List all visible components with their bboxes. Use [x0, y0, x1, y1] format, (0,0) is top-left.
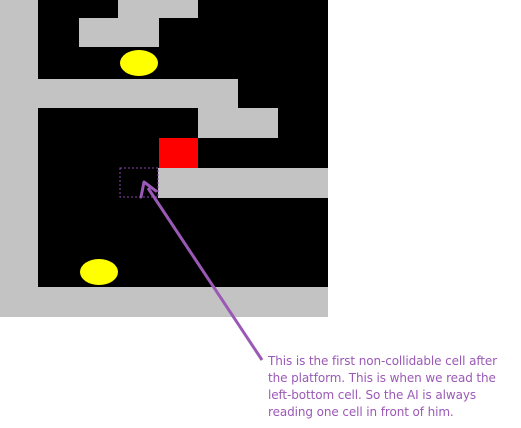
game-screenshot: This is the first non-collidable cell af…	[0, 0, 521, 428]
platform-ledge	[158, 168, 328, 198]
annotation-line-3: left-bottom cell. So the AI is always	[268, 388, 477, 402]
coin-upper	[120, 50, 158, 76]
platform-top-left	[79, 18, 159, 47]
platform-step	[198, 108, 278, 138]
annotation-line-2: the platform. This is when we read the	[268, 371, 496, 385]
annotation-text: This is the first non-collidable cell af…	[268, 353, 518, 421]
annotation-line-4: reading one cell in front of him.	[268, 405, 454, 419]
annotation-line-1: This is the first non-collidable cell af…	[268, 354, 498, 368]
platform-top-right	[118, 0, 198, 18]
platform-middle	[38, 79, 238, 108]
player-block	[159, 138, 198, 168]
coin-lower	[80, 259, 118, 285]
